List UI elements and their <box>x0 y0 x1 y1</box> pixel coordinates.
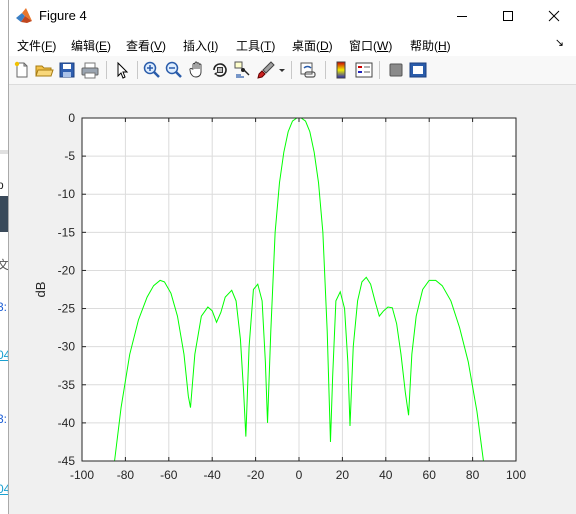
rotate-3d-icon[interactable] <box>210 60 230 80</box>
y-tick-label: -15 <box>58 225 76 239</box>
figure-canvas[interactable]: -100 -80 -60 -40 -20 0 20 40 60 80 100 0 -5 -10 -15 -20… <box>9 85 576 514</box>
hide-plot-tools-icon[interactable] <box>386 60 406 80</box>
y-tick-label: -30 <box>58 340 76 354</box>
y-tick-label: -5 <box>64 149 75 163</box>
menu-help[interactable]: 帮助(H) <box>410 37 451 54</box>
colorbar-icon[interactable] <box>331 60 351 80</box>
x-tick-label: 80 <box>466 468 480 482</box>
data-cursor-icon[interactable] <box>233 60 253 80</box>
menu-view[interactable]: 查看(V) <box>126 37 166 54</box>
x-tick-label: 60 <box>423 468 437 482</box>
x-tick-label: -80 <box>117 468 135 482</box>
toolbar-separator <box>291 61 292 79</box>
print-icon[interactable] <box>80 60 100 80</box>
save-icon[interactable] <box>57 60 77 80</box>
menu-tools[interactable]: 工具(T) <box>236 37 275 54</box>
x-tick-label: 100 <box>506 468 526 482</box>
minimize-icon <box>457 15 467 17</box>
menu-bar: 文件(F) 编辑(E) 查看(V) 插入(I) 工具(T) 桌面(D) 窗口(W… <box>9 31 576 56</box>
maximize-button[interactable] <box>485 0 531 31</box>
y-tick-label: -20 <box>58 263 76 277</box>
x-tick-label: -60 <box>160 468 178 482</box>
figure-toolbar <box>9 56 576 85</box>
zoom-in-icon[interactable] <box>142 60 162 80</box>
y-tick-label: -35 <box>58 378 76 392</box>
menu-file[interactable]: 文件(F) <box>17 37 56 54</box>
chart-svg[interactable]: -100 -80 -60 -40 -20 0 20 40 60 80 100 0 -5 -10 -15 -20… <box>9 85 576 514</box>
maximize-icon <box>503 10 513 21</box>
dock-arrow-icon[interactable]: ↘ <box>555 36 564 49</box>
close-button[interactable] <box>531 0 576 31</box>
show-plot-tools-icon[interactable] <box>408 60 428 80</box>
figure-window: Figure 4 文件(F) 编辑(E) 查看(V) 插入(I) 工具(T) 桌… <box>8 0 576 514</box>
x-tick-label: -20 <box>247 468 265 482</box>
y-tick-label: 0 <box>68 111 75 125</box>
toolbar-separator <box>106 61 107 79</box>
x-tick-label: -100 <box>70 468 94 482</box>
y-tick-label: -10 <box>58 187 76 201</box>
minimize-button[interactable] <box>439 0 485 31</box>
toolbar-separator <box>379 61 380 79</box>
matlab-logo-icon <box>16 8 32 23</box>
menu-window[interactable]: 窗口(W) <box>349 37 392 54</box>
open-file-icon[interactable] <box>34 60 54 80</box>
link-plot-icon[interactable] <box>298 60 318 80</box>
x-tick-label: 0 <box>296 468 303 482</box>
menu-edit[interactable]: 编辑(E) <box>71 37 111 54</box>
desktop-glyph: 3: <box>0 300 8 314</box>
y-tick-label: -25 <box>58 302 76 316</box>
pan-hand-icon[interactable] <box>187 60 207 80</box>
toolbar-separator <box>325 61 326 79</box>
desktop-glyph: p <box>0 178 4 192</box>
x-tick-label: 20 <box>336 468 350 482</box>
menu-insert[interactable]: 插入(I) <box>183 37 218 54</box>
menu-desktop[interactable]: 桌面(D) <box>292 37 333 54</box>
toolbar-separator <box>137 61 138 79</box>
title-bar[interactable]: Figure 4 <box>9 0 576 31</box>
window-title: Figure 4 <box>39 8 87 23</box>
y-tick-label: -40 <box>58 416 76 430</box>
desktop-glyph: 3: <box>0 412 8 426</box>
close-icon <box>548 10 560 21</box>
brush-icon[interactable] <box>256 60 276 80</box>
y-axis-label: dB <box>33 282 48 298</box>
select-arrow-icon[interactable] <box>112 60 132 80</box>
y-tick-label: -45 <box>58 454 76 468</box>
zoom-out-icon[interactable] <box>164 60 184 80</box>
legend-icon[interactable] <box>354 60 374 80</box>
brush-dropdown-icon[interactable] <box>277 60 287 80</box>
x-tick-label: -40 <box>204 468 222 482</box>
new-figure-icon[interactable] <box>12 60 32 80</box>
x-tick-label: 40 <box>379 468 393 482</box>
